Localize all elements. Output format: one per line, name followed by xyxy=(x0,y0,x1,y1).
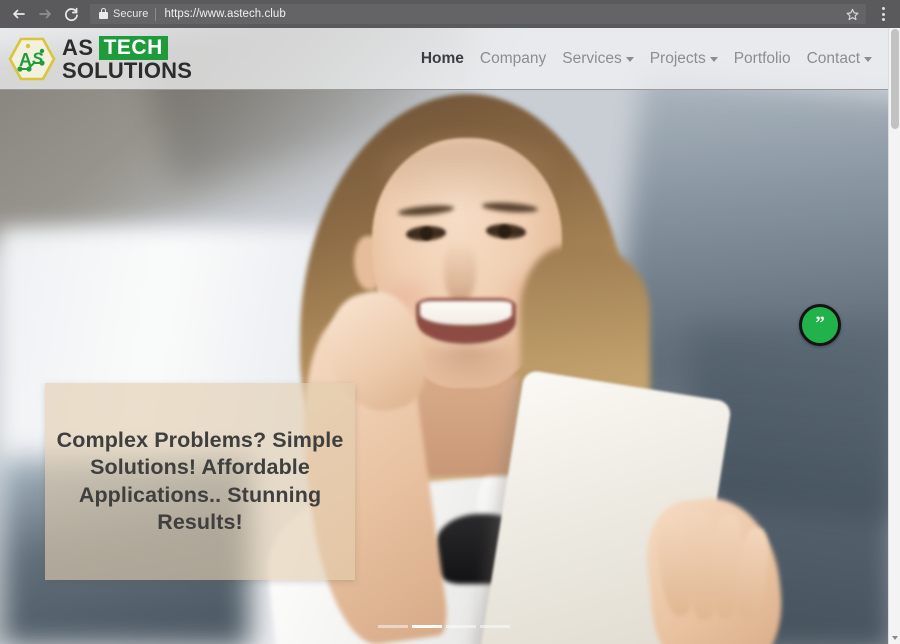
browser-menu-button[interactable] xyxy=(872,1,894,27)
carousel-indicator-3[interactable] xyxy=(446,625,476,628)
chevron-down-icon xyxy=(625,57,634,62)
hero-headline: Complex Problems? Simple Solutions! Affo… xyxy=(56,428,344,534)
nav-item-portfolio[interactable]: Portfolio xyxy=(734,50,791,68)
site-header: A S AS TECH SOLUTIONS Home Company Servi… xyxy=(0,28,888,90)
nav-label-services: Services xyxy=(562,49,622,67)
nav-item-contact[interactable]: Contact xyxy=(807,50,872,68)
carousel-indicator-4[interactable] xyxy=(480,625,510,628)
nav-label-company: Company xyxy=(479,49,547,67)
url-text[interactable]: https://www.astech.club xyxy=(164,8,842,20)
logo-wordmark: AS TECH SOLUTIONS xyxy=(62,34,193,83)
nav-item-home[interactable]: Home xyxy=(421,50,464,68)
nav-label-home: Home xyxy=(420,49,464,67)
omnibox-divider xyxy=(155,7,157,21)
nav-item-company[interactable]: Company xyxy=(480,50,546,68)
back-button[interactable] xyxy=(6,1,32,27)
carousel-indicators xyxy=(0,625,888,628)
browser-toolbar: Secure https://www.astech.club xyxy=(0,0,900,28)
logo-word-solutions: SOLUTIONS xyxy=(62,57,193,83)
lock-icon xyxy=(98,8,108,20)
scrollbar-thumb[interactable] xyxy=(891,29,899,129)
back-arrow-icon xyxy=(13,9,25,19)
page-scrollbar[interactable] xyxy=(888,28,900,644)
hero-headline-card: Complex Problems? Simple Solutions! Affo… xyxy=(45,383,355,580)
site-logo[interactable]: A S AS TECH SOLUTIONS xyxy=(8,34,193,83)
chevron-down-icon xyxy=(864,57,872,62)
logo-word-as: AS xyxy=(62,34,94,60)
nav-label-contact: Contact xyxy=(806,49,860,67)
main-navigation: Home Company Services Projects Portfolio… xyxy=(421,50,872,68)
chevron-down-icon xyxy=(709,57,718,62)
carousel-indicator-1[interactable] xyxy=(378,625,408,628)
reload-button[interactable] xyxy=(58,1,84,27)
forward-arrow-icon xyxy=(39,9,51,19)
nav-label-projects: Projects xyxy=(649,49,706,67)
three-dot-menu-icon xyxy=(881,7,885,10)
forward-button[interactable] xyxy=(32,1,58,27)
chevron-down-icon xyxy=(892,636,898,640)
reload-icon xyxy=(64,7,78,21)
nav-item-services[interactable]: Services xyxy=(562,49,634,68)
bookmark-button[interactable] xyxy=(842,4,862,24)
security-status-label: Secure xyxy=(113,8,149,20)
quote-icon: ” xyxy=(815,312,825,334)
testimonial-float-button[interactable]: ” xyxy=(799,304,841,346)
nav-item-projects[interactable]: Projects xyxy=(650,50,718,68)
address-bar[interactable]: Secure https://www.astech.club xyxy=(90,4,866,24)
logo-word-tech: TECH xyxy=(98,35,168,60)
as-hexagon-circuit-icon: A S xyxy=(8,36,56,82)
scrollbar-down-arrow[interactable] xyxy=(889,632,900,644)
star-icon xyxy=(846,8,858,20)
page-viewport: A S AS TECH SOLUTIONS Home Company Servi… xyxy=(0,28,900,644)
nav-label-portfolio: Portfolio xyxy=(733,49,791,67)
carousel-indicator-2[interactable] xyxy=(412,625,442,628)
